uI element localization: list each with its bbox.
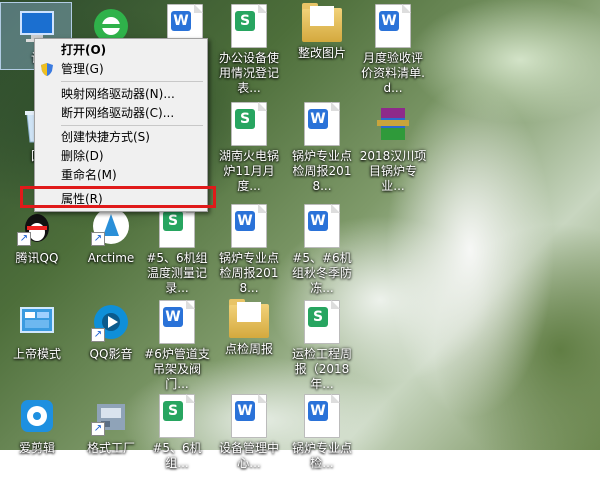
- desktop-icon-winrar[interactable]: 2018汉川项目锅炉专业...: [356, 98, 430, 193]
- word-doc-icon: W: [375, 4, 411, 48]
- shortcut-arrow-icon: ↗: [91, 328, 105, 342]
- desktop-icon-sheet4[interactable]: S 运检工程周报（2018年...: [285, 296, 359, 391]
- icon-label: 腾讯QQ: [15, 251, 59, 265]
- word-doc-icon: W: [159, 300, 195, 344]
- icon-label: #5、#6机组秋冬季防冻...: [291, 251, 352, 295]
- word-doc-icon: W: [231, 204, 267, 248]
- icon-label: 锅炉专业点检...: [291, 441, 352, 470]
- media-player-icon: ↗: [89, 300, 133, 344]
- desktop-icon-folder2[interactable]: 点检周报: [212, 296, 286, 386]
- desktop-icon-aijianji[interactable]: 爱剪辑: [0, 390, 74, 480]
- properties-highlight-box: [20, 186, 216, 208]
- desktop-icon-sheet1[interactable]: S 办公设备使用情况登记表...: [212, 0, 286, 95]
- desktop-icon-folder1[interactable]: 整改图片: [285, 0, 359, 90]
- icon-label: 月度验收评价资料清单.d...: [361, 51, 425, 95]
- desktop-icon-doc5[interactable]: W #5、#6机组秋冬季防冻...: [285, 200, 359, 295]
- word-doc-icon: W: [231, 394, 267, 438]
- desktop-icon-doc6[interactable]: W #6炉管道支吊架及阀门...: [140, 296, 214, 391]
- icon-label: QQ影音: [89, 347, 133, 361]
- desktop-icon-qq[interactable]: ↗ 腾讯QQ: [0, 200, 74, 290]
- desktop-icon-sheet5[interactable]: S #5、6机组...: [140, 390, 214, 480]
- desktop-icon-doc3[interactable]: W 锅炉专业点检周报2018...: [285, 98, 359, 193]
- desktop-icon-doc8[interactable]: W 锅炉专业点检...: [285, 390, 359, 480]
- word-doc-icon: W: [304, 394, 340, 438]
- icon-label: 锅炉专业点检周报2018...: [218, 251, 279, 295]
- icon-label: #6炉管道支吊架及阀门...: [144, 347, 210, 391]
- spreadsheet-icon: S: [304, 300, 340, 344]
- desktop-icon-geshi[interactable]: ↗ 格式工厂: [74, 390, 148, 480]
- icon-label: Arctime: [87, 251, 135, 265]
- video-editor-icon: [15, 394, 59, 438]
- icon-label: 锅炉专业点检周报2018...: [291, 149, 352, 193]
- icon-label: 格式工厂: [86, 441, 135, 455]
- icon-label: 办公设备使用情况登记表...: [218, 51, 279, 95]
- icon-label: 整改图片: [297, 46, 346, 60]
- menu-item-label: 管理(G): [61, 62, 104, 76]
- icon-label: #5、6机组...: [152, 441, 202, 470]
- desktop-icon-arctime[interactable]: ↗ Arctime: [74, 200, 148, 290]
- menu-item-disconnect-drive[interactable]: 断开网络驱动器(C)...: [37, 104, 205, 122]
- format-factory-icon: ↗: [89, 394, 133, 438]
- menu-item-delete[interactable]: 删除(D): [37, 147, 205, 165]
- menu-separator: [61, 81, 203, 82]
- menu-item-open[interactable]: 打开(O): [37, 41, 205, 59]
- icon-label: 点检周报: [224, 342, 273, 356]
- winrar-archive-icon: [371, 102, 415, 146]
- icon-label: #5、6机组温度测量记录...: [146, 251, 208, 295]
- desktop-icon-doc2[interactable]: W 月度验收评价资料清单.d...: [356, 0, 430, 95]
- spreadsheet-icon: S: [159, 394, 195, 438]
- menu-item-manage[interactable]: 管理(G): [37, 60, 205, 78]
- shortcut-arrow-icon: ↗: [91, 232, 105, 246]
- word-doc-icon: W: [304, 102, 340, 146]
- menu-separator: [61, 125, 203, 126]
- desktop-icon-emperor[interactable]: 上帝模式: [0, 296, 74, 386]
- icon-label: 2018汉川项目锅炉专业...: [359, 149, 427, 193]
- icon-label: 设备管理中心...: [218, 441, 279, 470]
- uac-shield-icon: [41, 63, 53, 76]
- icon-label: 运检工程周报（2018年...: [291, 347, 352, 391]
- desktop-icon-sheet2[interactable]: S 湖南火电锅炉11月月度...: [212, 98, 286, 193]
- control-panel-icon: [15, 300, 59, 344]
- shortcut-arrow-icon: ↗: [91, 422, 105, 436]
- desktop-icon-doc4[interactable]: W 锅炉专业点检周报2018...: [212, 200, 286, 295]
- word-doc-icon: W: [304, 204, 340, 248]
- icon-label: 爱剪辑: [18, 441, 55, 455]
- desktop-icon-qqplayer[interactable]: ↗ QQ影音: [74, 296, 148, 386]
- desktop-icon-sheet3[interactable]: S #5、6机组温度测量记录...: [140, 200, 214, 295]
- shortcut-arrow-icon: ↗: [17, 232, 31, 246]
- desktop-icon-doc7[interactable]: W 设备管理中心...: [212, 390, 286, 480]
- menu-item-rename[interactable]: 重命名(M): [37, 166, 205, 184]
- menu-item-create-shortcut[interactable]: 创建快捷方式(S): [37, 128, 205, 146]
- spreadsheet-icon: S: [231, 102, 267, 146]
- folder-icon: [229, 299, 269, 338]
- icon-label: 上帝模式: [12, 347, 61, 361]
- icon-label: 湖南火电锅炉11月月度...: [218, 149, 279, 193]
- spreadsheet-icon: S: [231, 4, 267, 48]
- menu-item-map-drive[interactable]: 映射网络驱动器(N)...: [37, 85, 205, 103]
- folder-icon: [302, 3, 342, 42]
